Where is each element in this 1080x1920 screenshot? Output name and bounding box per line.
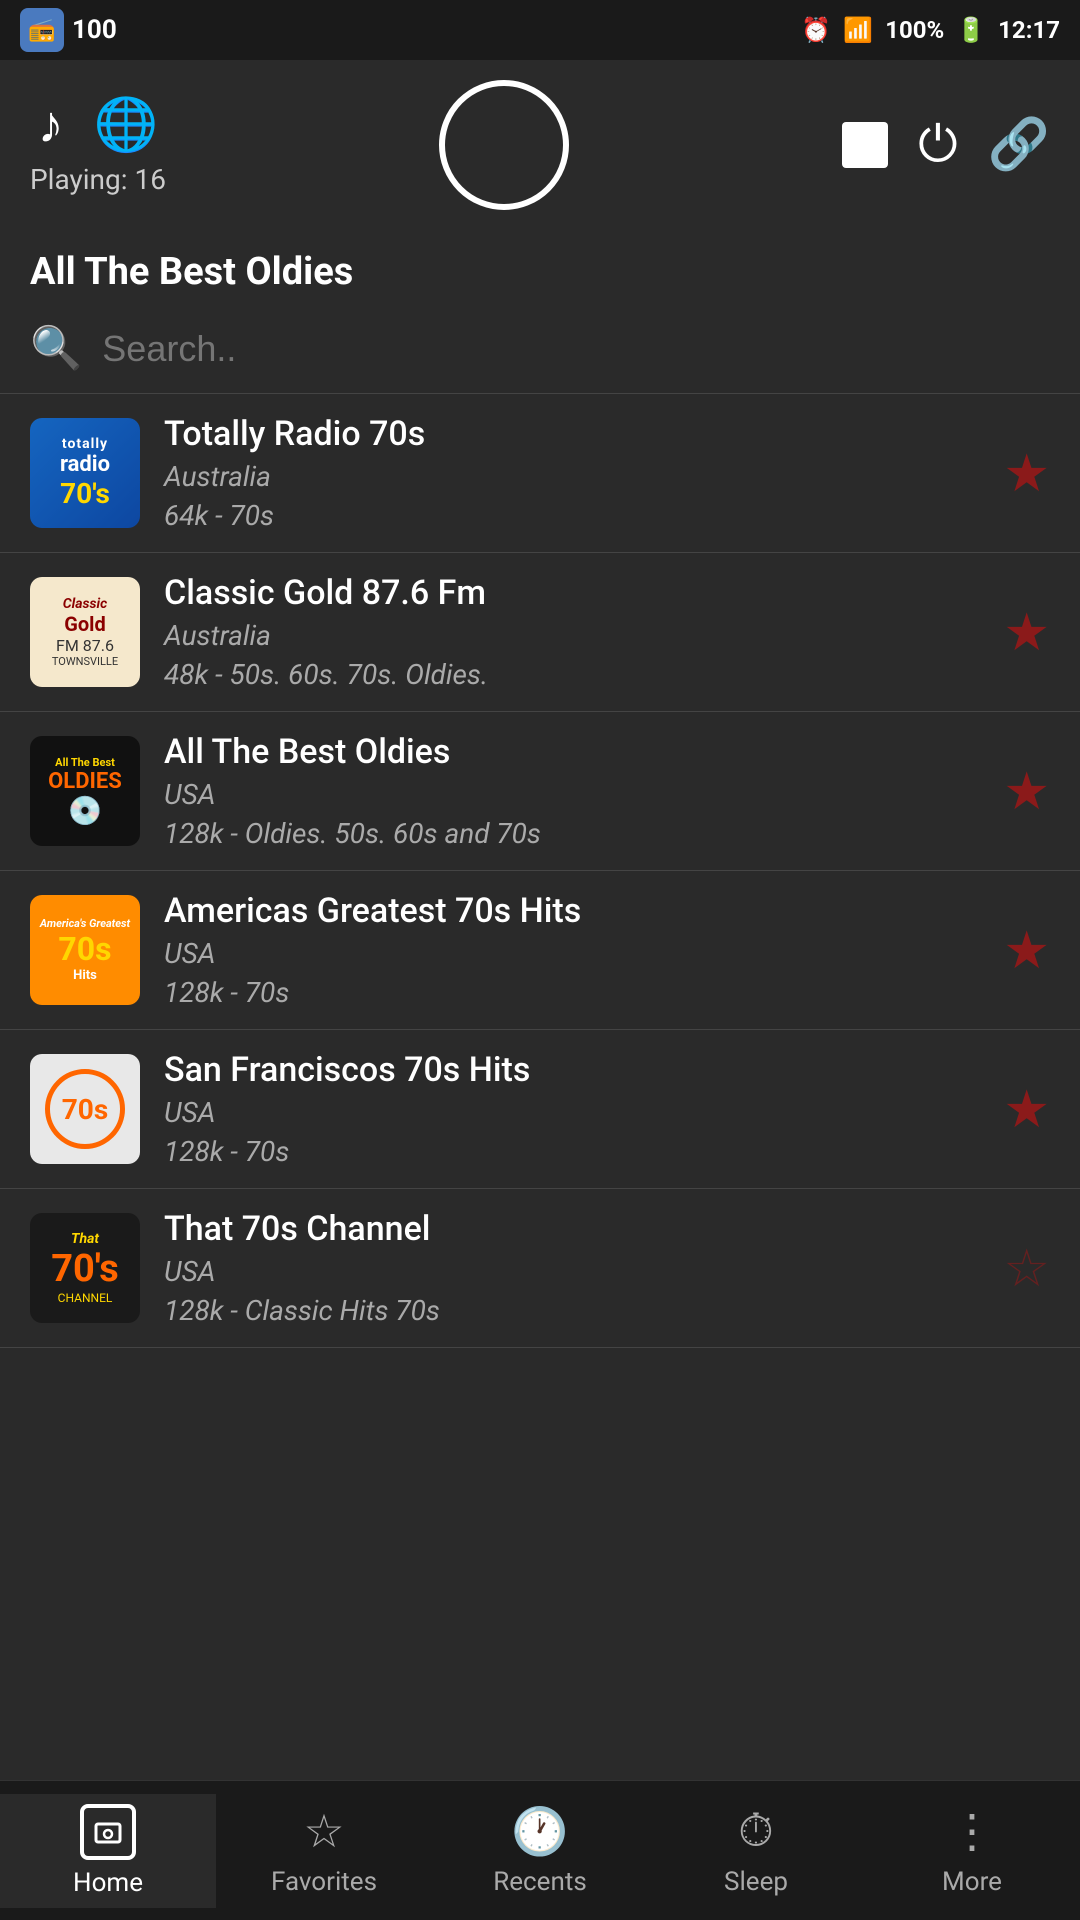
status-bar-right: ⏰ 📶 100% 🔋 12:17 xyxy=(801,16,1060,44)
app-icon: 📻 xyxy=(20,8,64,52)
favorites-icon: ☆ xyxy=(303,1804,344,1859)
bottom-nav: Home ☆ Favorites 🕐 Recents ⏱ Sleep ⋮ Mor… xyxy=(0,1780,1080,1920)
player-left-section: ♪ 🌐 Playing: 16 xyxy=(30,94,166,196)
station-logo-classic-gold: Classic Gold FM 87.6 TOWNSVILLE xyxy=(30,577,140,687)
favorite-star[interactable]: ★ xyxy=(1003,443,1050,504)
status-bar-app-number: 100 xyxy=(72,15,117,45)
playing-text: Playing: 16 xyxy=(30,163,166,196)
status-bar-left: 📻 100 xyxy=(20,8,117,52)
battery-icon: 🔋 xyxy=(956,16,986,44)
station-info: All The Best Oldies USA 128k - Oldies. 5… xyxy=(164,732,983,850)
station-country: USA xyxy=(164,1255,983,1288)
player-right-icons: ⏻ 🔗 xyxy=(842,116,1050,174)
station-details: 128k - Oldies. 50s. 60s and 70s xyxy=(164,817,983,850)
wifi-icon: 📶 xyxy=(843,16,873,44)
nav-item-recents[interactable]: 🕐 Recents xyxy=(432,1805,648,1897)
station-details: 64k - 70s xyxy=(164,499,983,532)
station-name: San Franciscos 70s Hits xyxy=(164,1050,983,1090)
station-details: 48k - 50s. 60s. 70s. Oldies. xyxy=(164,658,983,691)
clock-time: 12:17 xyxy=(998,16,1060,44)
status-bar: 📻 100 ⏰ 📶 100% 🔋 12:17 xyxy=(0,0,1080,60)
nav-item-favorites[interactable]: ☆ Favorites xyxy=(216,1804,432,1897)
station-info: That 70s Channel USA 128k - Classic Hits… xyxy=(164,1209,983,1327)
favorite-star[interactable]: ★ xyxy=(1003,1079,1050,1140)
sleep-icon: ⏱ xyxy=(738,1804,774,1859)
nav-label-recents: Recents xyxy=(493,1867,587,1897)
now-playing-title: All The Best Oldies xyxy=(0,240,1080,314)
station-logo-that70s: That 70's CHANNEL xyxy=(30,1213,140,1323)
station-info: Americas Greatest 70s Hits USA 128k - 70… xyxy=(164,891,983,1009)
station-name: Totally Radio 70s xyxy=(164,414,983,454)
station-name: Classic Gold 87.6 Fm xyxy=(164,573,983,613)
nav-label-more: More xyxy=(942,1867,1002,1897)
nav-item-home[interactable]: Home xyxy=(0,1794,216,1908)
favorite-star[interactable]: ★ xyxy=(1003,761,1050,822)
station-name: Americas Greatest 70s Hits xyxy=(164,891,983,931)
station-item[interactable]: That 70's CHANNEL That 70s Channel USA 1… xyxy=(0,1189,1080,1348)
station-item[interactable]: America's Greatest 70s Hits Americas Gre… xyxy=(0,871,1080,1030)
station-name: All The Best Oldies xyxy=(164,732,983,772)
station-logo-oldies: All The Best OLDIES 💿 xyxy=(30,736,140,846)
station-info: San Franciscos 70s Hits USA 128k - 70s xyxy=(164,1050,983,1168)
stop-button[interactable] xyxy=(842,122,888,168)
station-item[interactable]: All The Best OLDIES 💿 All The Best Oldie… xyxy=(0,712,1080,871)
favorite-star[interactable]: ★ xyxy=(1003,920,1050,981)
nav-label-favorites: Favorites xyxy=(271,1867,377,1897)
recents-icon: 🕐 xyxy=(511,1805,568,1859)
power-button[interactable]: ⏻ xyxy=(918,116,958,174)
battery-percent: 100% xyxy=(885,16,944,44)
station-country: Australia xyxy=(164,619,983,652)
station-item[interactable]: totally radio 70's Totally Radio 70s Aus… xyxy=(0,394,1080,553)
station-details: 128k - Classic Hits 70s xyxy=(164,1294,983,1327)
station-item[interactable]: Classic Gold FM 87.6 TOWNSVILLE Classic … xyxy=(0,553,1080,712)
nav-item-sleep[interactable]: ⏱ Sleep xyxy=(648,1804,864,1897)
station-info: Classic Gold 87.6 Fm Australia 48k - 50s… xyxy=(164,573,983,691)
player-left-icons-row: ♪ 🌐 xyxy=(38,94,159,155)
station-list: totally radio 70's Totally Radio 70s Aus… xyxy=(0,394,1080,1348)
station-country: USA xyxy=(164,1096,983,1129)
station-details: 128k - 70s xyxy=(164,1135,983,1168)
search-bar: 🔍 xyxy=(0,314,1080,393)
station-country: USA xyxy=(164,937,983,970)
more-icon: ⋮ xyxy=(949,1804,995,1859)
search-icon: 🔍 xyxy=(30,324,82,373)
share-button[interactable]: 🔗 xyxy=(988,116,1050,174)
favorite-star[interactable]: ★ xyxy=(1003,602,1050,663)
alarm-icon: ⏰ xyxy=(801,16,831,44)
station-logo-sf: 70s xyxy=(30,1054,140,1164)
station-country: USA xyxy=(164,778,983,811)
player-controls-row: ♪ 🌐 Playing: 16 ⏻ 🔗 xyxy=(30,80,1050,210)
nav-item-more[interactable]: ⋮ More xyxy=(864,1804,1080,1897)
station-details: 128k - 70s xyxy=(164,976,983,1009)
player-header: ♪ 🌐 Playing: 16 ⏻ 🔗 xyxy=(0,60,1080,240)
nav-label-sleep: Sleep xyxy=(724,1867,788,1897)
station-logo-totally-radio: totally radio 70's xyxy=(30,418,140,528)
home-icon xyxy=(80,1804,136,1860)
station-name: That 70s Channel xyxy=(164,1209,983,1249)
station-info: Totally Radio 70s Australia 64k - 70s xyxy=(164,414,983,532)
favorite-star[interactable]: ☆ xyxy=(1003,1238,1050,1299)
pause-button[interactable] xyxy=(439,80,569,210)
globe-icon[interactable]: 🌐 xyxy=(94,94,159,155)
station-logo-americas: America's Greatest 70s Hits xyxy=(30,895,140,1005)
station-country: Australia xyxy=(164,460,983,493)
search-input[interactable] xyxy=(102,328,1050,370)
nav-label-home: Home xyxy=(73,1868,143,1898)
station-item[interactable]: 70s San Franciscos 70s Hits USA 128k - 7… xyxy=(0,1030,1080,1189)
music-note-icon[interactable]: ♪ xyxy=(38,94,64,155)
